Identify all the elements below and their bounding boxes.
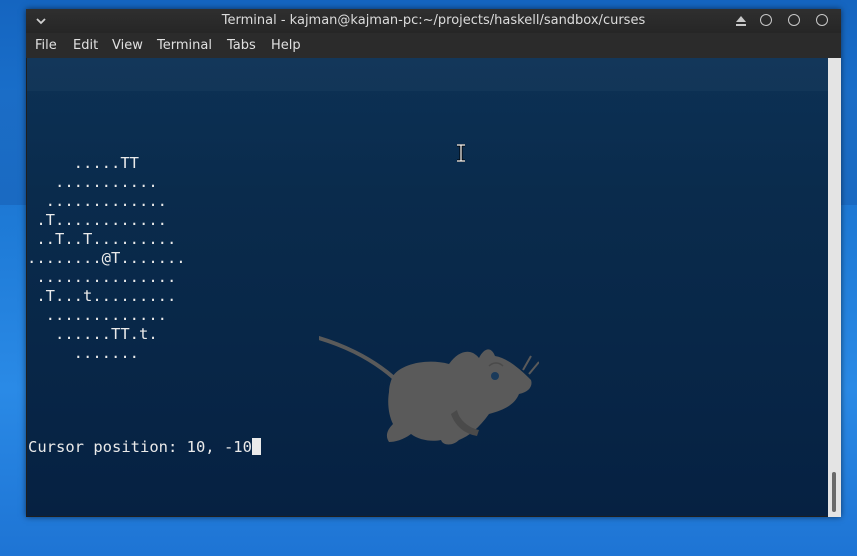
menu-file[interactable]: File	[35, 38, 57, 53]
map-row: .......	[27, 344, 139, 362]
window-menu-button[interactable]	[32, 12, 50, 30]
scrollbar-thumb[interactable]	[832, 472, 836, 512]
cursor-position-text: Cursor position: 10, -10	[28, 438, 252, 456]
titlebar: Terminal - kajman@kajman-pc:~/projects/h…	[26, 9, 841, 33]
terminal-window: Terminal - kajman@kajman-pc:~/projects/h…	[26, 9, 841, 517]
map-display: .....TT ........... ............. .T....…	[27, 154, 186, 363]
terminal-top-band	[27, 58, 828, 91]
menu-view[interactable]: View	[112, 38, 143, 53]
status-line: Cursor position: 10, -10	[28, 438, 261, 457]
map-row: ...........	[27, 173, 158, 191]
map-row: ..T..T.........	[27, 230, 177, 248]
ibeam-cursor-icon	[457, 144, 465, 162]
map-row: .....TT	[27, 154, 139, 172]
xfce-mouse-watermark-icon	[319, 336, 539, 445]
map-row: .T...t.........	[27, 287, 177, 305]
text-cursor	[251, 438, 261, 455]
maximize-button[interactable]	[788, 14, 800, 26]
window-title: Terminal - kajman@kajman-pc:~/projects/h…	[221, 13, 646, 28]
map-row: ........@T.......	[27, 249, 186, 267]
minimize-button[interactable]	[760, 14, 772, 26]
map-row: .............	[27, 192, 167, 210]
map-row: .............	[27, 306, 167, 324]
menubar: File Edit View Terminal Tabs Help	[26, 33, 841, 58]
eject-icon	[736, 16, 746, 26]
close-button[interactable]	[816, 14, 828, 26]
shade-button[interactable]	[735, 14, 749, 28]
menu-terminal[interactable]: Terminal	[157, 38, 212, 53]
map-row: ...............	[27, 268, 177, 286]
map-row: .T............	[27, 211, 167, 229]
menu-edit[interactable]: Edit	[73, 38, 98, 53]
menu-help[interactable]: Help	[271, 38, 301, 53]
map-row: ......TT.t.	[27, 325, 158, 343]
terminal-area[interactable]: .....TT ........... ............. .T....…	[27, 58, 828, 516]
menu-tabs[interactable]: Tabs	[227, 38, 256, 53]
chevron-down-icon	[36, 18, 46, 25]
vertical-scrollbar[interactable]	[828, 58, 841, 517]
